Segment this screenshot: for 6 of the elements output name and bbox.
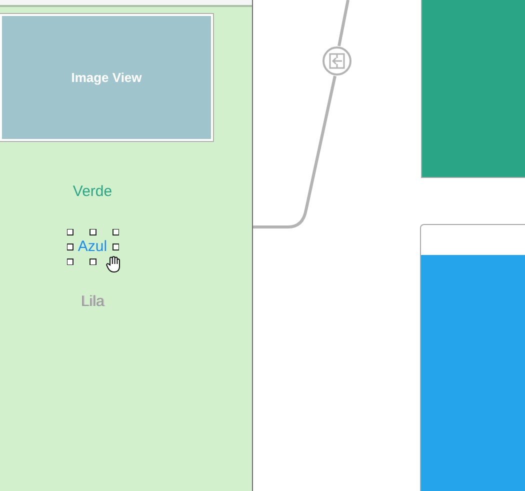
hand-cursor-icon <box>106 256 120 273</box>
text-label[interactable]: Verde <box>72 183 112 201</box>
text-label[interactable]: Azul <box>78 238 108 256</box>
text-label[interactable]: Lila <box>80 293 104 311</box>
image-view[interactable]: Image View <box>0 14 213 141</box>
segue-icon[interactable] <box>322 46 352 76</box>
